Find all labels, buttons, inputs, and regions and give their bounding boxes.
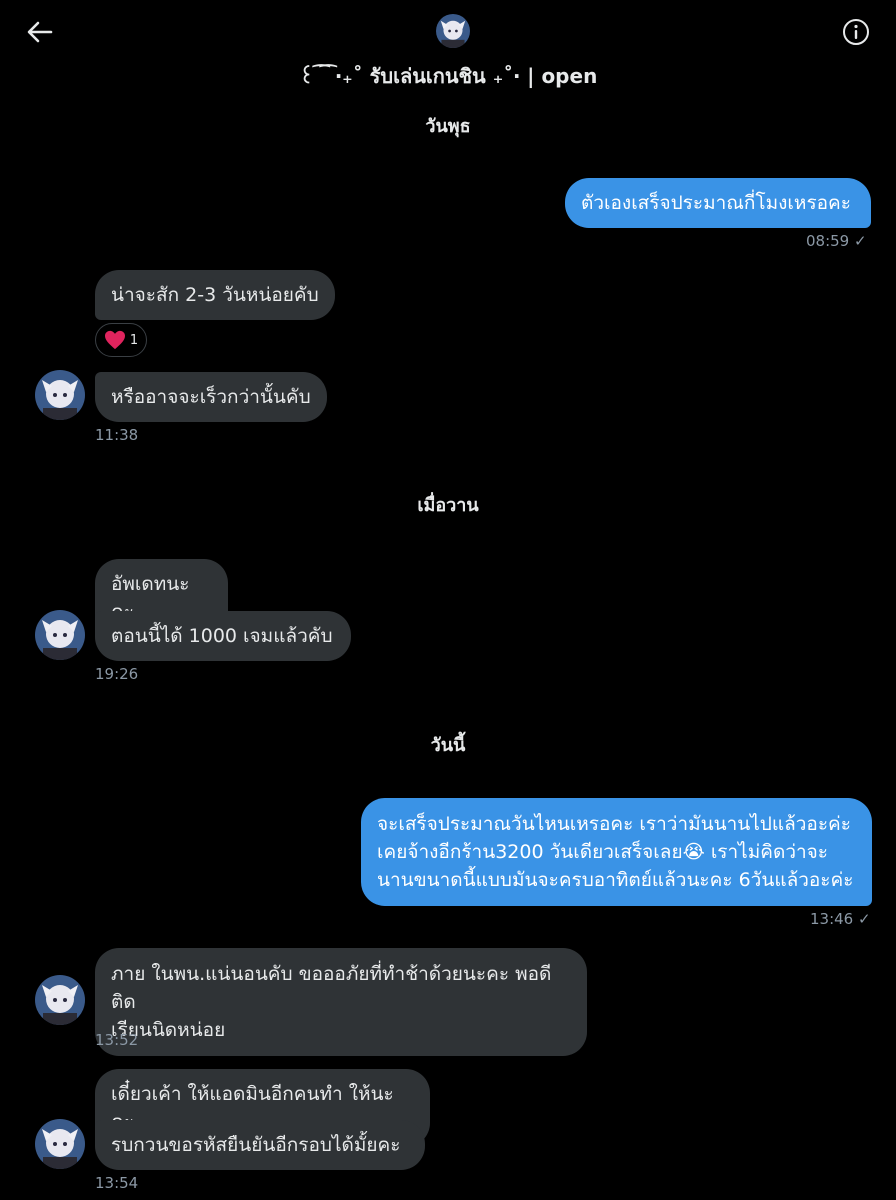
message-timestamp: 08:59 ✓ — [806, 232, 867, 250]
message-text: หรืออาจจะเร็วกว่านั้นคับ — [111, 386, 311, 408]
sender-avatar[interactable] — [35, 370, 85, 420]
message-text-line: นานขนาดนี้แบบมันจะครบอาทิตย์แล้วนะคะ 6วั… — [377, 869, 854, 891]
message-text: รบกวนขอรหัสยืนยันอีกรอบได้มั้ยคะ — [111, 1134, 401, 1156]
day-divider-today: วันนี้ — [430, 735, 466, 756]
avatar-image — [35, 610, 85, 660]
message-text: น่าจะสัก 2-3 วันหน่อยคับ — [111, 284, 319, 306]
dm-conversation-screen: ꒰ ͡ ͡ ‧₊˚ รับเล่นเกนชิน ₊˚‧ | open วันพุ… — [0, 0, 896, 1200]
reaction-count: 1 — [129, 332, 139, 348]
conversation-title[interactable]: ꒰ ͡ ͡ ‧₊˚ รับเล่นเกนชิน ₊˚‧ | open — [0, 60, 896, 92]
info-icon — [843, 19, 869, 45]
info-button[interactable] — [840, 16, 872, 48]
message-bubble-incoming[interactable]: น่าจะสัก 2-3 วันหน่อยคับ — [95, 270, 335, 320]
avatar-image — [436, 14, 470, 48]
message-text: ตอนนี้ได้ 1000 เจมแล้วคับ — [111, 625, 333, 647]
heart-icon — [104, 330, 125, 350]
reaction-badge[interactable]: 1 — [95, 323, 147, 357]
header-avatar[interactable] — [436, 14, 470, 48]
message-timestamp: 11:38 — [95, 426, 139, 444]
message-timestamp: 13:52 — [95, 1031, 139, 1049]
back-button[interactable] — [24, 16, 56, 48]
message-text-line: เรียนนิดหน่อย — [111, 1019, 226, 1041]
day-divider-yesterday: เมื่อวาน — [417, 495, 479, 516]
message-bubble-incoming[interactable]: รบกวนขอรหัสยืนยันอีกรอบได้มั้ยคะ — [95, 1120, 425, 1170]
sender-avatar[interactable] — [35, 1119, 85, 1169]
sent-check-icon: ✓ — [854, 232, 867, 250]
message-timestamp: 19:26 — [95, 665, 139, 683]
message-bubble-incoming[interactable]: หรืออาจจะเร็วกว่านั้นคับ — [95, 372, 327, 422]
sender-avatar[interactable] — [35, 975, 85, 1025]
day-divider-wednesday: วันพุธ — [425, 116, 471, 137]
message-text-line: ภาย ในพน.แน่นอนคับ ขอออภัยที่ทำช้าด้วยนะ… — [111, 963, 552, 1013]
message-text: ตัวเองเสร็จประมาณกี่โมงเหรอคะ — [581, 192, 851, 214]
avatar-image — [35, 1119, 85, 1169]
message-text-line: เคยจ้างอีกร้าน3200 วันเดียวเสร็จเลย😭 เรา… — [377, 841, 828, 863]
sender-avatar[interactable] — [35, 610, 85, 660]
arrow-left-icon — [27, 21, 53, 43]
message-bubble-outgoing[interactable]: จะเสร็จประมาณวันไหนเหรอคะ เราว่ามันนานไป… — [361, 798, 872, 906]
sent-check-icon: ✓ — [858, 910, 871, 928]
message-timestamp: 13:54 — [95, 1174, 139, 1192]
message-bubble-outgoing[interactable]: ตัวเองเสร็จประมาณกี่โมงเหรอคะ — [565, 178, 871, 228]
message-bubble-incoming[interactable]: ภาย ในพน.แน่นอนคับ ขอออภัยที่ทำช้าด้วยนะ… — [95, 948, 587, 1056]
avatar-image — [35, 370, 85, 420]
avatar-image — [35, 975, 85, 1025]
message-bubble-incoming[interactable]: ตอนนี้ได้ 1000 เจมแล้วคับ — [95, 611, 351, 661]
message-timestamp: 13:46 ✓ — [810, 910, 871, 928]
message-text-line: จะเสร็จประมาณวันไหนเหรอคะ เราว่ามันนานไป… — [377, 813, 851, 835]
